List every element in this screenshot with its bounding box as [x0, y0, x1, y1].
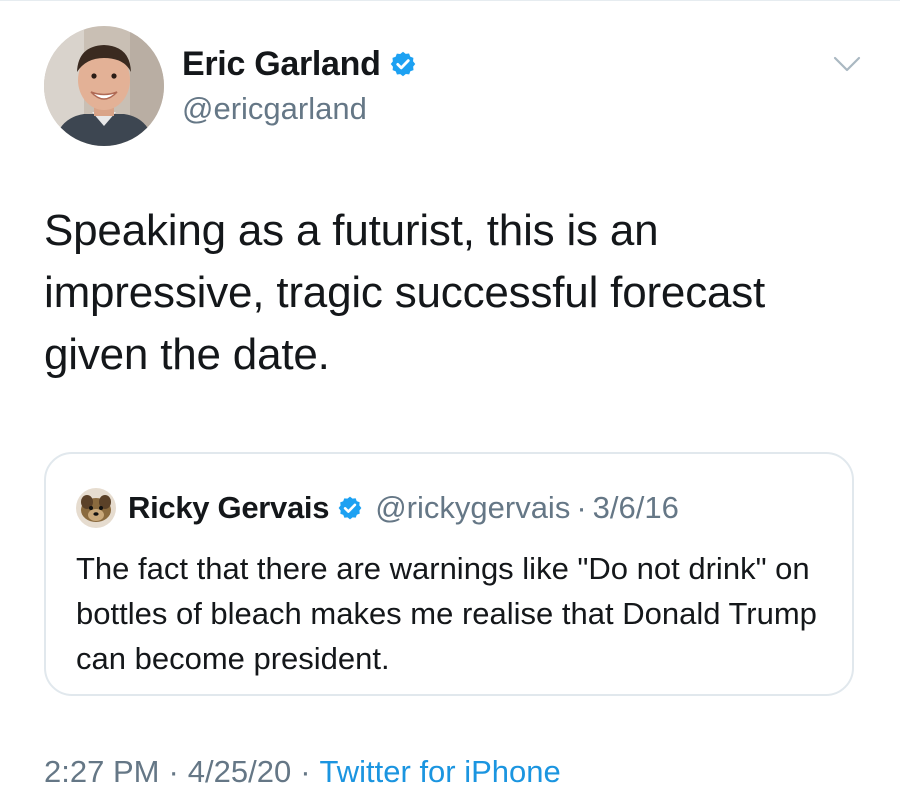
author-avatar[interactable] [44, 26, 164, 146]
quoted-tweet-header: Ricky Gervais @rickygervais · 3/6/16 [128, 488, 679, 528]
author-name-row[interactable]: Eric Garland [182, 44, 417, 84]
chevron-down-icon[interactable] [832, 52, 862, 76]
meta-separator: · [168, 754, 179, 789]
quoted-author-handle: @rickygervais [375, 490, 571, 525]
meta-separator: · [300, 754, 311, 789]
quoted-separator: · [576, 490, 587, 525]
author-display-name[interactable]: Eric Garland [182, 44, 381, 84]
tweet-source-link[interactable]: Twitter for iPhone [320, 754, 561, 790]
tweet-meta: 2:27 PM · 4/25/20 · Twitter for iPhone [44, 752, 561, 792]
tweet-time[interactable]: 2:27 PM [44, 754, 159, 790]
top-divider [0, 0, 900, 1]
author-handle[interactable]: @ericgarland [182, 90, 367, 128]
tweet-date[interactable]: 4/25/20 [188, 754, 291, 790]
quoted-tweet-card[interactable]: Ricky Gervais @rickygervais · 3/6/16 The… [44, 452, 854, 696]
quoted-author-display-name: Ricky Gervais [128, 490, 330, 525]
tweet-text: Speaking as a futurist, this is an impre… [44, 206, 766, 379]
verified-badge-icon [389, 50, 417, 78]
quoted-author-avatar [76, 488, 116, 528]
verified-badge-icon [337, 495, 363, 521]
quoted-tweet-date: 3/6/16 [592, 490, 679, 525]
quoted-tweet-text: The fact that there are warnings like "D… [76, 551, 817, 676]
